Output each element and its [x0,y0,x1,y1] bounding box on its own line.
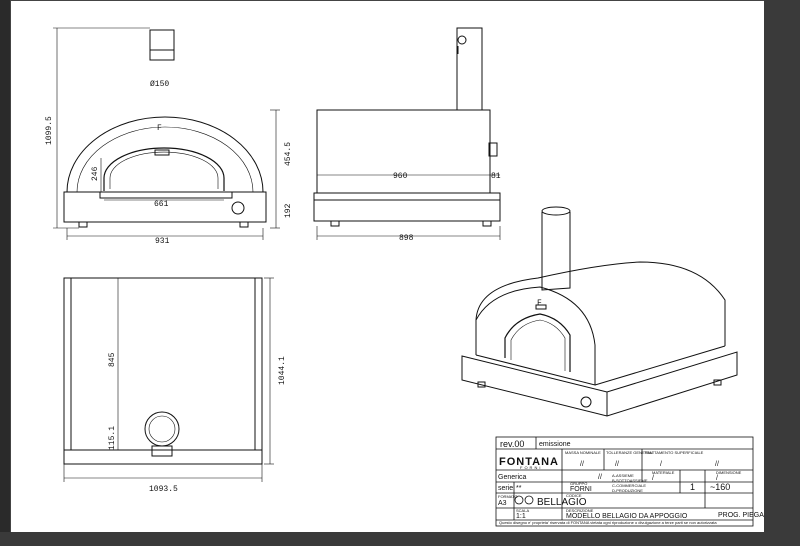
note-produzione: D-PRODUZIONE [612,488,643,493]
materiale-value: / [652,475,654,482]
prog-label: PROG. PIEGA [718,512,764,519]
materiale-label: MATERIALE [652,470,675,475]
value-1: // [580,461,584,468]
dim-overall-width: 1093.5 [149,485,178,494]
dim-flue-offset: 115.1 [108,426,117,450]
dim-handle-depth: 81 [491,172,501,181]
serie-value: ** [516,485,522,492]
dim-chimney-diameter: Ø150 [150,80,169,89]
dim-door-height: 246 [91,166,100,181]
dim-door-width: 661 [154,200,169,209]
dim-base-height: 192 [284,203,293,218]
format-value: A3 [498,500,507,507]
serie-label: serie [498,485,513,492]
value-2: // [615,461,619,468]
dim-base-depth: 898 [399,234,414,243]
top-view [63,277,263,465]
disclaimer-text: Questo disegno e' proprieta' riservata d… [499,520,717,525]
header-col1: MASSA NOMINALE [565,450,601,455]
revision-description: emissione [539,441,571,448]
revision-label: rev.00 [500,439,524,449]
description-value: MODELLO BELLAGIO DA APPOGGIO [566,513,688,520]
dim-front-width: 931 [155,237,170,246]
svg-text:F: F [157,124,162,133]
technical-drawing: F F 1099.5 Ø150 454.5 246 661 192 931 96… [45,27,764,527]
dimension-lines [53,27,501,482]
side-view [313,27,501,227]
generica-value: // [598,474,602,481]
scale-value: 1:1 [516,513,526,520]
isometric-view: F [461,206,738,417]
dimensione-value: / [716,475,718,482]
company-logo-sub: FORNI [520,465,542,470]
weight-value: ~160 [710,482,730,492]
title-block: rev.00 emissione FONTANA FORNI MASSA NOM… [495,436,764,527]
quantity-value: 1 [690,482,695,492]
dim-side-depth: 960 [393,172,408,181]
dim-total-height: 1099.5 [45,116,54,145]
format-label: FORMATO [498,494,518,499]
gruppo-value: FORNI [570,486,592,493]
front-view: F [63,29,267,228]
dim-inner-depth: 845 [108,352,117,367]
dim-dome-height: 454.5 [284,142,293,166]
dimensione-label: DIMENSIONE [716,470,742,475]
svg-text:F: F [537,299,542,308]
product-name: BELLAGIO [537,497,587,508]
generica-label: Generica [498,474,527,481]
value-4: // [715,461,719,468]
header-col3: TRATTAMENTO SUPERFICIALE [644,450,704,455]
drawing-viewer: F F 1099.5 Ø150 454.5 246 661 192 931 96… [0,0,800,546]
value-3: / [660,461,662,468]
dim-overall-depth: 1044.1 [278,356,287,385]
